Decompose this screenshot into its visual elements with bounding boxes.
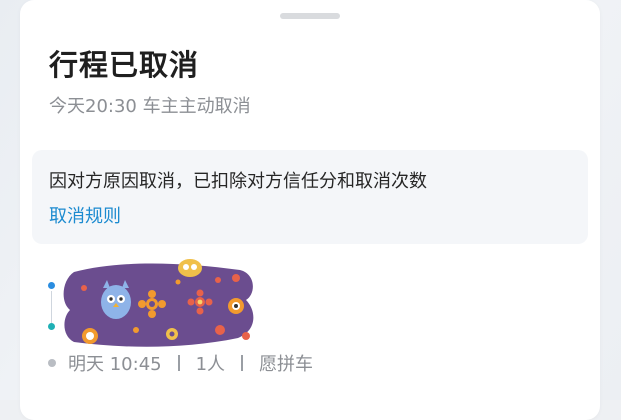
cancel-notice-text: 因对方原因取消，已扣除对方信任分和取消次数 [49,171,427,192]
time-dot-icon [48,359,56,367]
route-end-dot [48,323,55,330]
cancel-notice-box: 因对方原因取消，已扣除对方信任分和取消次数 取消规则 [32,150,588,244]
page-title: 行程已取消 [49,48,200,82]
route-line [51,291,52,323]
trip-info-row: 明天 10:45 1人 愿拼车 [48,350,313,376]
trip-passengers: 1人 [195,354,226,375]
cancel-time-subtitle: 今天20:30 车主主动取消 [49,96,251,117]
trip-cancelled-card: 行程已取消 今天20:30 车主主动取消 因对方原因取消，已扣除对方信任分和取消… [20,0,600,420]
drag-handle[interactable] [280,13,340,19]
route-indicator [48,282,56,332]
owl-sticker-redaction-icon [63,259,254,347]
cancel-rules-link[interactable]: 取消规则 [49,202,121,228]
separator [177,355,180,371]
trip-time: 明天 10:45 [68,354,162,375]
trip-type: 愿拼车 [259,354,314,375]
separator [241,355,244,371]
route-start-dot [48,282,55,289]
